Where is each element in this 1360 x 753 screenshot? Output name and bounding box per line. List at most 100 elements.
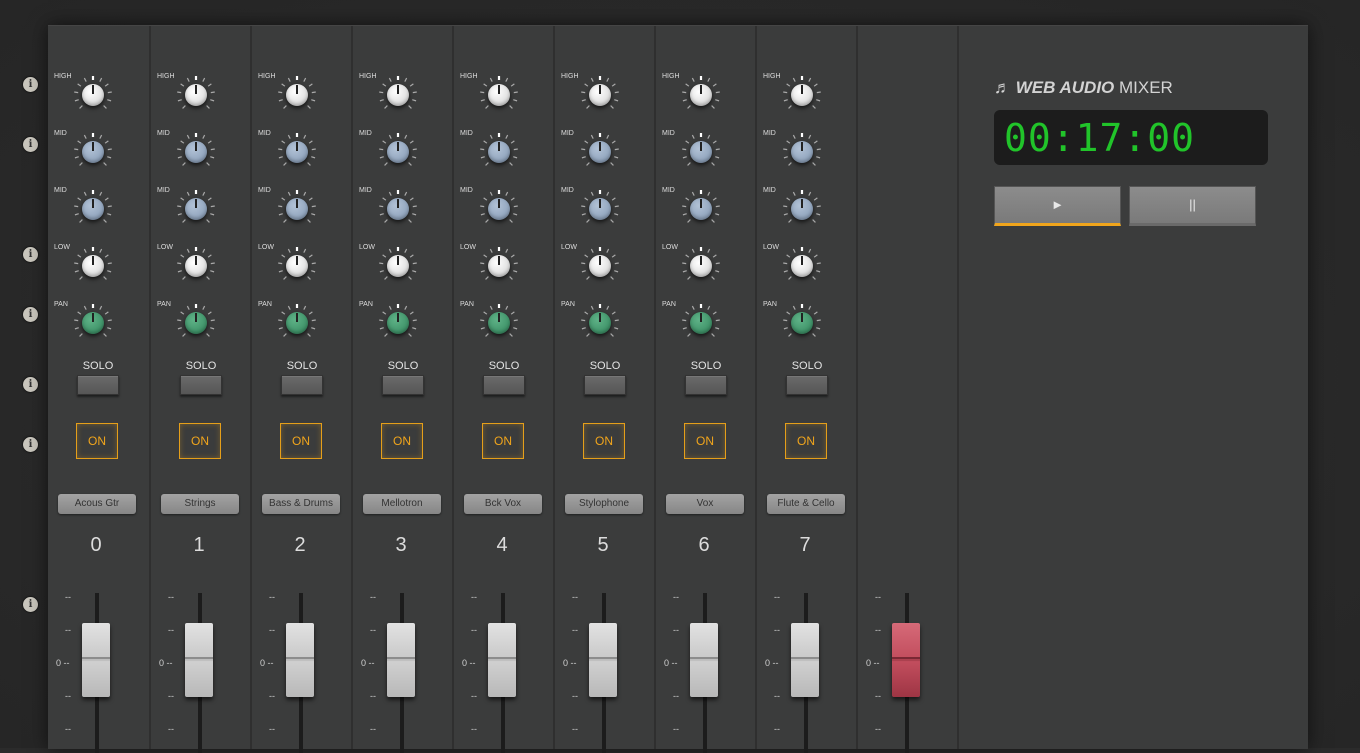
channel-fader[interactable] bbox=[185, 623, 213, 697]
solo-button[interactable] bbox=[77, 375, 119, 395]
fader-scale-mark: -- bbox=[572, 691, 578, 701]
channel-name-button[interactable]: Bass & Drums bbox=[262, 494, 340, 514]
channel-on-button[interactable]: ON bbox=[179, 423, 221, 459]
mid-eq-knob[interactable] bbox=[82, 141, 104, 163]
knob-label: MID bbox=[763, 130, 776, 137]
channel-strip-6: HIGH MID MID LOW PAN SOLO ON Vox 6 -- -- 0 -- -- -- bbox=[654, 26, 754, 753]
channel-fader[interactable] bbox=[690, 623, 718, 697]
channel-on-button[interactable]: ON bbox=[381, 423, 423, 459]
channel-name-button[interactable]: Strings bbox=[161, 494, 239, 514]
fader-scale-mark: -- bbox=[65, 625, 71, 635]
channel-on-button[interactable]: ON bbox=[76, 423, 118, 459]
fader-scale-mark: -- bbox=[168, 724, 174, 734]
pan-knob[interactable] bbox=[387, 312, 409, 334]
channel-fader[interactable] bbox=[82, 623, 110, 697]
mid-eq-knob[interactable] bbox=[589, 141, 611, 163]
low-eq-knob[interactable] bbox=[690, 255, 712, 277]
info-icon[interactable]: i bbox=[23, 437, 38, 452]
info-icon[interactable]: i bbox=[23, 247, 38, 262]
channel-on-button[interactable]: ON bbox=[785, 423, 827, 459]
info-icon[interactable]: i bbox=[23, 377, 38, 392]
low-eq-knob[interactable] bbox=[488, 255, 510, 277]
pan-knob[interactable] bbox=[82, 312, 104, 334]
info-icon[interactable]: i bbox=[23, 597, 38, 612]
solo-button[interactable] bbox=[382, 375, 424, 395]
low-eq-knob[interactable] bbox=[286, 255, 308, 277]
channel-name-button[interactable]: Bck Vox bbox=[464, 494, 542, 514]
high-eq-knob[interactable] bbox=[488, 84, 510, 106]
mid-eq-knob[interactable] bbox=[488, 141, 510, 163]
channel-on-button[interactable]: ON bbox=[482, 423, 524, 459]
high-eq-knob[interactable] bbox=[286, 84, 308, 106]
channel-fader[interactable] bbox=[589, 623, 617, 697]
channel-number: 1 bbox=[193, 534, 205, 556]
play-button[interactable]: ► bbox=[994, 186, 1121, 226]
solo-button[interactable] bbox=[281, 375, 323, 395]
high-eq-knob[interactable] bbox=[791, 84, 813, 106]
mid-eq-knob[interactable] bbox=[690, 198, 712, 220]
channel-fader[interactable] bbox=[387, 623, 415, 697]
mid-eq-knob[interactable] bbox=[185, 141, 207, 163]
info-icon[interactable]: i bbox=[23, 307, 38, 322]
low-eq-knob[interactable] bbox=[185, 255, 207, 277]
pan-knob[interactable] bbox=[690, 312, 712, 334]
knob-label: HIGH bbox=[460, 73, 478, 80]
mid-eq-knob[interactable] bbox=[488, 198, 510, 220]
channel-name-button[interactable]: Acous Gtr bbox=[58, 494, 136, 514]
pause-icon: || bbox=[1189, 197, 1196, 212]
knob-label: MID bbox=[258, 130, 271, 137]
mid-eq-knob[interactable] bbox=[791, 141, 813, 163]
mid-eq-knob[interactable] bbox=[185, 198, 207, 220]
fader-scale-mark: -- bbox=[673, 625, 679, 635]
pan-knob[interactable] bbox=[589, 312, 611, 334]
low-eq-knob[interactable] bbox=[589, 255, 611, 277]
solo-label: SOLO bbox=[387, 360, 419, 372]
mid-eq-knob[interactable] bbox=[286, 141, 308, 163]
mid-eq-knob[interactable] bbox=[791, 198, 813, 220]
channel-name-button[interactable]: Flute & Cello bbox=[767, 494, 845, 514]
solo-button[interactable] bbox=[584, 375, 626, 395]
channel-on-button[interactable]: ON bbox=[684, 423, 726, 459]
channel-name-button[interactable]: Mellotron bbox=[363, 494, 441, 514]
info-icon[interactable]: i bbox=[23, 137, 38, 152]
channel-name-button[interactable]: Vox bbox=[666, 494, 744, 514]
mid-eq-knob[interactable] bbox=[589, 198, 611, 220]
solo-button[interactable] bbox=[786, 375, 828, 395]
mid-eq-knob[interactable] bbox=[690, 141, 712, 163]
solo-button[interactable] bbox=[483, 375, 525, 395]
channel-strip-7: HIGH MID MID LOW PAN SOLO ON Flute & Cello 7 -- --… bbox=[755, 26, 855, 753]
pan-knob[interactable] bbox=[488, 312, 510, 334]
master-fader[interactable] bbox=[892, 623, 920, 697]
channel-on-button[interactable]: ON bbox=[583, 423, 625, 459]
solo-button[interactable] bbox=[180, 375, 222, 395]
low-eq-knob[interactable] bbox=[791, 255, 813, 277]
high-eq-knob[interactable] bbox=[589, 84, 611, 106]
solo-button[interactable] bbox=[685, 375, 727, 395]
high-eq-knob[interactable] bbox=[690, 84, 712, 106]
mid-eq-knob[interactable] bbox=[387, 198, 409, 220]
mid-eq-knob[interactable] bbox=[286, 198, 308, 220]
high-eq-knob[interactable] bbox=[387, 84, 409, 106]
pan-knob[interactable] bbox=[185, 312, 207, 334]
channel-on-button[interactable]: ON bbox=[280, 423, 322, 459]
mid-eq-knob[interactable] bbox=[82, 198, 104, 220]
pause-button[interactable]: || bbox=[1129, 186, 1256, 226]
high-eq-knob[interactable] bbox=[185, 84, 207, 106]
fader-scale-mark: -- bbox=[774, 724, 780, 734]
knob-label: MID bbox=[662, 130, 675, 137]
channel-strip-1: HIGH MID MID LOW PAN SOLO ON Strings 1 -- -- 0 -- --… bbox=[149, 26, 249, 753]
channel-strip-4: HIGH MID MID LOW PAN SOLO ON Bck Vox 4 -- -- 0 -- --… bbox=[452, 26, 552, 753]
low-eq-knob[interactable] bbox=[82, 255, 104, 277]
channel-fader[interactable] bbox=[488, 623, 516, 697]
info-icon[interactable]: i bbox=[23, 77, 38, 92]
low-eq-knob[interactable] bbox=[387, 255, 409, 277]
channel-fader[interactable] bbox=[286, 623, 314, 697]
mid-eq-knob[interactable] bbox=[387, 141, 409, 163]
music-note-icon: ♬ bbox=[994, 78, 1011, 97]
pan-knob[interactable] bbox=[286, 312, 308, 334]
high-eq-knob[interactable] bbox=[82, 84, 104, 106]
channel-fader[interactable] bbox=[791, 623, 819, 697]
pan-knob[interactable] bbox=[791, 312, 813, 334]
knob-label: PAN bbox=[157, 301, 171, 308]
channel-name-button[interactable]: Stylophone bbox=[565, 494, 643, 514]
